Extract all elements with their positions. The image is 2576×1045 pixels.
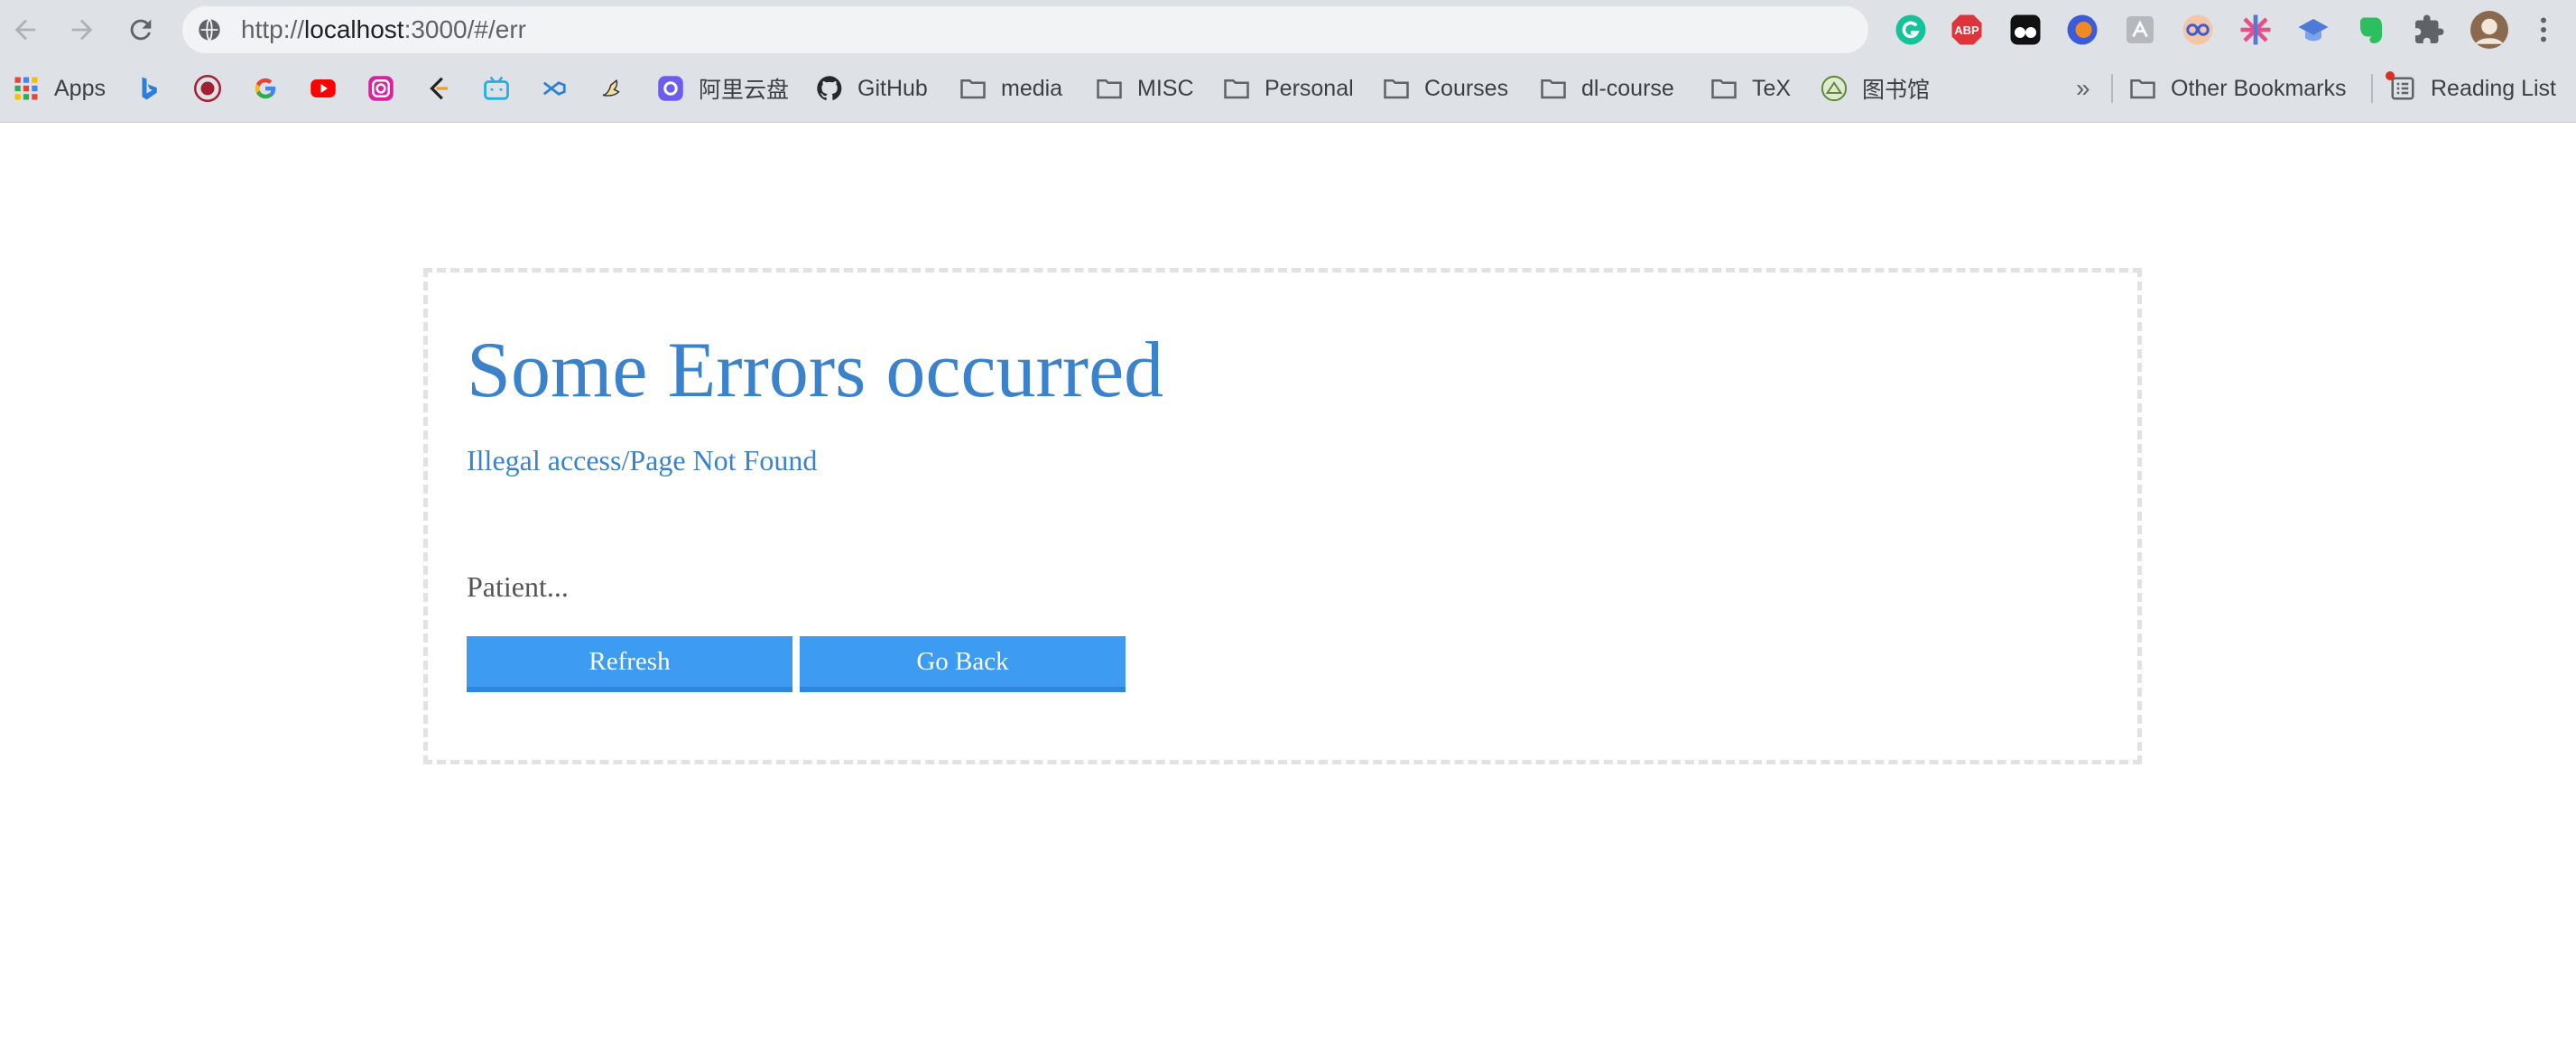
bookmark-vscode[interactable]: [541, 63, 582, 114]
library-icon: [1821, 75, 1848, 102]
sparkle-icon[interactable]: [2239, 14, 2272, 46]
back-button[interactable]: [7, 12, 43, 48]
bookmark-github-label: GitHub: [857, 75, 928, 101]
leetcode-icon: [425, 75, 452, 102]
bookmark-folder-courses[interactable]: Courses: [1383, 63, 1508, 114]
google-icon: [252, 75, 279, 102]
vscode-icon: [541, 75, 568, 102]
bookmark-folder-other[interactable]: Other Bookmarks: [2129, 63, 2347, 114]
bookmark-misc-label: MISC: [1137, 75, 1194, 101]
globe-icon: [199, 18, 220, 42]
reading-list-button[interactable]: Reading List: [2386, 63, 2556, 114]
bookmark-aliyun-label: 阿里云盘: [699, 77, 790, 103]
folder-icon: [1540, 75, 1567, 102]
puzzle-extensions-icon[interactable]: [2413, 14, 2445, 46]
folder-icon: [1710, 75, 1737, 102]
reload-button[interactable]: [123, 12, 159, 48]
github-icon: [816, 75, 843, 102]
error-panel: Some Errors occurred Illegal access/Page…: [423, 268, 2142, 764]
bookmark-media-label: media: [1001, 75, 1063, 101]
reload-icon: [130, 19, 152, 41]
bookmark-bilibili[interactable]: [483, 63, 524, 114]
bookmarks-overflow-button[interactable]: »: [2076, 63, 2090, 114]
aliyun-drive-icon: [657, 75, 684, 102]
url-host: localhost: [304, 15, 404, 43]
bookmark-youtube[interactable]: [310, 63, 351, 114]
go-back-button[interactable]: Go Back: [800, 636, 1126, 692]
bookmark-instagram[interactable]: [367, 63, 409, 114]
other-bookmarks-label: Other Bookmarks: [2171, 75, 2347, 101]
bookmark-apps-label: Apps: [54, 75, 106, 101]
menu-kebab-icon[interactable]: [2527, 14, 2560, 46]
folder-icon: [1383, 75, 1410, 102]
pdf-icon[interactable]: [2124, 14, 2156, 46]
address-bar[interactable]: http://localhost:3000/#/err: [182, 6, 1868, 53]
error-title: Some Errors occurred: [467, 327, 1164, 414]
bird-icon: [598, 75, 625, 102]
avatar[interactable]: [2470, 11, 2508, 49]
bookmarks-bar: Apps 阿里云盘 GitHub media MISC Personal Cou…: [0, 63, 2576, 114]
bookmark-folder-misc[interactable]: MISC: [1096, 63, 1194, 114]
url-scheme: http://: [241, 15, 305, 43]
bookmark-bing[interactable]: [135, 63, 177, 114]
apps-grid-icon: [13, 75, 40, 102]
tampermonkey-icon[interactable]: [2009, 14, 2042, 46]
bookmark-leetcode[interactable]: [425, 63, 467, 114]
bookmark-folder-tex[interactable]: TeX: [1710, 63, 1791, 114]
instagram-icon: [367, 75, 394, 102]
bilibili-icon: [483, 75, 510, 102]
bookmark-google[interactable]: [252, 63, 293, 114]
reader-glasses-icon[interactable]: [2182, 14, 2214, 46]
folder-icon: [1096, 75, 1123, 102]
arrow-right-icon: [71, 19, 93, 41]
bookmark-personal-label: Personal: [1265, 75, 1354, 101]
bookmark-folder-media[interactable]: media: [959, 63, 1062, 114]
bookmark-dl-course-label: dl-course: [1581, 75, 1674, 101]
error-subtitle: Illegal access/Page Not Found: [467, 444, 818, 476]
bookmark-folder-dl-course[interactable]: dl-course: [1540, 63, 1674, 114]
reading-list-label: Reading List: [2431, 75, 2556, 101]
folder-icon: [1223, 75, 1250, 102]
evernote-icon[interactable]: [2355, 14, 2387, 46]
bookmarks-divider: [2111, 74, 2113, 103]
bing-icon: [135, 75, 162, 102]
bookmark-apps[interactable]: Apps: [13, 63, 106, 114]
bookmarks-overflow-label: »: [2076, 74, 2090, 102]
bookmark-tex-label: TeX: [1752, 75, 1792, 101]
bookmark-github[interactable]: GitHub: [816, 63, 928, 114]
bookmark-aliyun[interactable]: 阿里云盘: [657, 63, 789, 114]
university-seal-icon: [194, 75, 221, 102]
bookmark-library[interactable]: 图书馆: [1821, 63, 1930, 114]
refresh-button[interactable]: Refresh: [467, 636, 792, 692]
url-path: :3000/#/err: [403, 15, 526, 43]
browser-toolbar: http://localhost:3000/#/err ABP: [0, 0, 2576, 60]
youtube-icon: [310, 75, 337, 102]
reading-list-badge: [2386, 71, 2395, 80]
bookmark-courses-label: Courses: [1424, 75, 1509, 101]
bookmark-university[interactable]: [194, 63, 236, 114]
reading-list-icon: [2386, 71, 2416, 102]
bookmark-folder-personal[interactable]: Personal: [1223, 63, 1354, 114]
url-text: http://localhost:3000/#/err: [241, 6, 526, 53]
graduation-cap-icon[interactable]: [2297, 14, 2330, 46]
error-message: Patient...: [467, 570, 569, 603]
bookmarks-divider: [2371, 74, 2373, 103]
adblock-plus-icon[interactable]: ABP: [1951, 14, 1983, 46]
folder-icon: [959, 75, 987, 102]
folder-icon: [2129, 75, 2156, 102]
firefox-relay-icon[interactable]: [2066, 14, 2099, 46]
bookmark-library-label: 图书馆: [1862, 77, 1931, 103]
browser-chrome: http://localhost:3000/#/err ABP Apps 阿里云…: [0, 0, 2576, 123]
bookmark-bird[interactable]: [598, 63, 640, 114]
arrow-left-icon: [14, 19, 36, 41]
forward-button[interactable]: [64, 12, 100, 48]
grammarly-icon[interactable]: [1895, 14, 1927, 46]
